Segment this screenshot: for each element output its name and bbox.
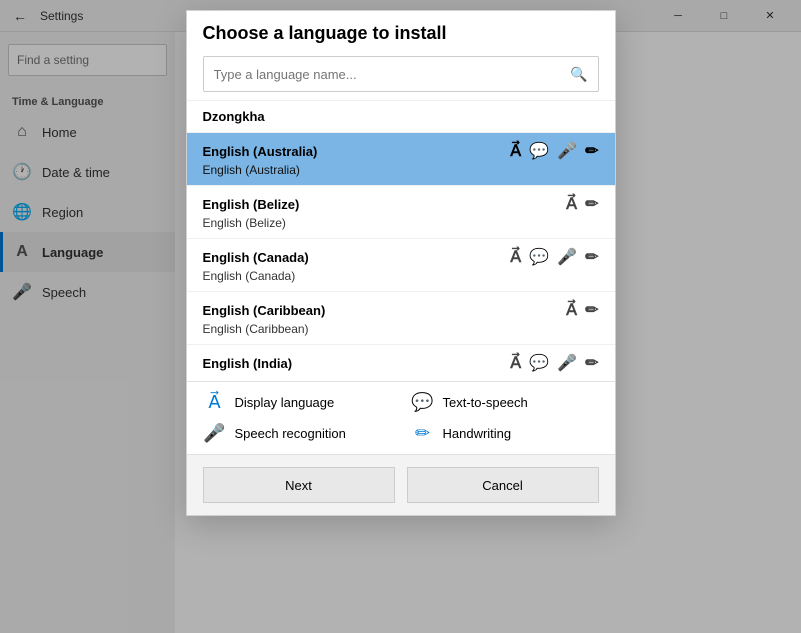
list-item[interactable]: English (Belize) A⃗ ✏ English (Belize) — [187, 186, 615, 239]
list-item[interactable]: English (Canada) A⃗ 💬 🎤 ✏ English (Canad… — [187, 239, 615, 292]
text-to-speech-icon: 💬 — [529, 247, 549, 267]
list-item[interactable]: English (Caribbean) A⃗ ✏ English (Caribb… — [187, 292, 615, 345]
feature-handwriting: ✏ Handwriting — [411, 423, 599, 444]
language-name: Dzongkha — [203, 109, 599, 124]
language-icons: A⃗ 💬 🎤 ✏ — [510, 247, 598, 267]
display-language-icon: A⃗ — [510, 353, 521, 373]
feature-text-to-speech: 💬 Text-to-speech — [411, 392, 599, 413]
dialog-title: Choose a language to install — [203, 23, 599, 44]
speech-recognition-icon: 🎤 — [557, 247, 577, 267]
language-native: English (Australia) — [203, 163, 599, 177]
language-icons: A⃗ 💬 🎤 ✏ — [510, 353, 598, 373]
handwriting-icon: ✏ — [585, 300, 598, 320]
search-icon: 🔍 — [570, 66, 587, 83]
display-language-feature-icon: A⃗ — [203, 392, 227, 413]
display-language-label: Display language — [235, 395, 335, 410]
language-icons: A⃗ 💬 🎤 ✏ — [510, 141, 598, 161]
language-name: English (Canada) A⃗ 💬 🎤 ✏ — [203, 247, 599, 267]
language-name: English (Australia) A⃗ 💬 🎤 ✏ — [203, 141, 599, 161]
text-to-speech-icon: 💬 — [529, 353, 549, 373]
language-search-container[interactable]: 🔍 — [203, 56, 599, 92]
text-to-speech-feature-icon: 💬 — [411, 392, 435, 413]
language-name: English (Belize) A⃗ ✏ — [203, 194, 599, 214]
handwriting-icon: ✏ — [585, 194, 598, 214]
display-language-icon: A⃗ — [566, 194, 577, 214]
speech-recognition-label: Speech recognition — [235, 426, 346, 441]
dialog-header: Choose a language to install — [187, 11, 615, 52]
speech-recognition-feature-icon: 🎤 — [203, 423, 227, 444]
cancel-button[interactable]: Cancel — [407, 467, 599, 503]
features-grid: A⃗ Display language 💬 Text-to-speech 🎤 S… — [203, 392, 599, 444]
language-native: English (Caribbean) — [203, 322, 599, 336]
language-icons: A⃗ ✏ — [566, 194, 598, 214]
language-search-input[interactable] — [214, 67, 571, 82]
handwriting-icon: ✏ — [585, 141, 598, 161]
handwriting-label: Handwriting — [443, 426, 512, 441]
list-item[interactable]: English (Australia) A⃗ 💬 🎤 ✏ English (Au… — [187, 133, 615, 186]
next-button[interactable]: Next — [203, 467, 395, 503]
text-to-speech-icon: 💬 — [529, 141, 549, 161]
features-section: A⃗ Display language 💬 Text-to-speech 🎤 S… — [187, 381, 615, 454]
language-native: English (Belize) — [203, 216, 599, 230]
feature-speech-recognition: 🎤 Speech recognition — [203, 423, 391, 444]
language-list: Dzongkha English (Australia) A⃗ 💬 🎤 ✏ En… — [187, 100, 615, 381]
language-name: English (India) A⃗ 💬 🎤 ✏ — [203, 353, 599, 373]
feature-display-language: A⃗ Display language — [203, 392, 391, 413]
dialog-overlay: Choose a language to install 🔍 Dzongkha … — [0, 0, 801, 633]
speech-recognition-icon: 🎤 — [557, 141, 577, 161]
handwriting-feature-icon: ✏ — [411, 423, 435, 444]
display-language-icon: A⃗ — [510, 141, 521, 161]
language-icons: A⃗ ✏ — [566, 300, 598, 320]
list-item[interactable]: English (India) A⃗ 💬 🎤 ✏ — [187, 345, 615, 381]
handwriting-icon: ✏ — [585, 247, 598, 267]
display-language-icon: A⃗ — [510, 247, 521, 267]
language-dialog: Choose a language to install 🔍 Dzongkha … — [186, 10, 616, 516]
handwriting-icon: ✏ — [585, 353, 598, 373]
language-native: English (Canada) — [203, 269, 599, 283]
text-to-speech-label: Text-to-speech — [443, 395, 528, 410]
list-item[interactable]: Dzongkha — [187, 101, 615, 133]
language-name: English (Caribbean) A⃗ ✏ — [203, 300, 599, 320]
display-language-icon: A⃗ — [566, 300, 577, 320]
dialog-buttons: Next Cancel — [187, 454, 615, 515]
speech-recognition-icon: 🎤 — [557, 353, 577, 373]
